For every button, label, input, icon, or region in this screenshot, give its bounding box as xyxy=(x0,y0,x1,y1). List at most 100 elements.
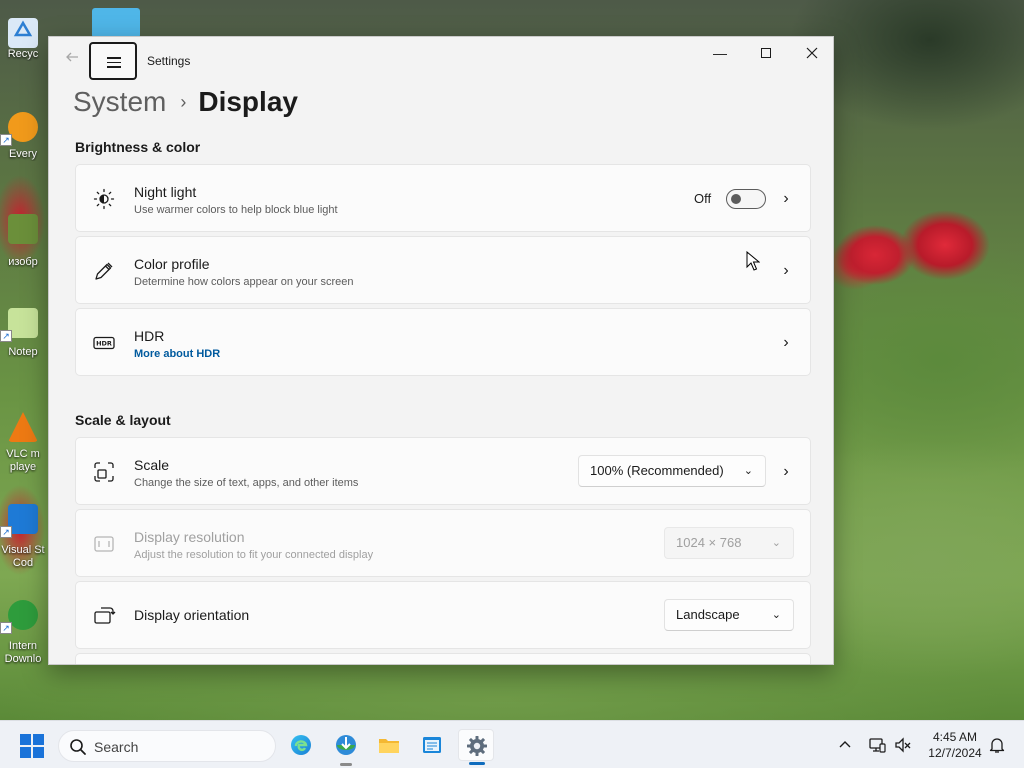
mouse-cursor-icon xyxy=(746,251,760,271)
desktop-icon-label: Every xyxy=(8,148,38,160)
maximize-button[interactable] xyxy=(743,37,789,69)
setting-next-item[interactable] xyxy=(75,653,811,664)
chevron-right-icon[interactable]: › xyxy=(778,261,794,281)
internet-download-manager-icon: ↗ xyxy=(0,600,38,634)
more-about-hdr-link[interactable]: More about HDR xyxy=(134,348,220,360)
setting-title: Night light xyxy=(134,184,197,200)
pen-icon xyxy=(92,259,116,283)
setting-description: Adjust the resolution to fit your connec… xyxy=(134,549,374,561)
toggle-knob xyxy=(731,194,741,204)
minimize-icon: — xyxy=(713,45,727,61)
app-title: Settings xyxy=(147,54,191,68)
setting-scale[interactable]: Scale Change the size of text, apps, and… xyxy=(75,437,811,505)
vscode-icon: ↗ xyxy=(0,504,38,538)
orientation-dropdown-value: Landscape xyxy=(676,607,740,622)
page-title: Display xyxy=(198,86,298,117)
orientation-icon xyxy=(92,604,116,628)
breadcrumb: System › Display xyxy=(73,85,298,119)
svg-text:HDR: HDR xyxy=(96,339,112,347)
chevron-right-icon[interactable]: › xyxy=(778,333,794,353)
desktop-icon-vlc[interactable]: VLC m playe xyxy=(0,412,46,474)
desktop-icon-vscode[interactable]: ↗ Visual St Cod xyxy=(0,504,46,570)
taskbar: Search 4:45 AM 12/7/2024 xyxy=(0,720,1024,768)
internet-download-manager-icon xyxy=(336,735,356,755)
section-title-brightness-color: Brightness & color xyxy=(75,139,201,155)
setting-night-light[interactable]: Night light Use warmer colors to help bl… xyxy=(75,164,811,232)
file-explorer-icon xyxy=(379,739,399,753)
chevron-down-icon: ⌄ xyxy=(771,609,781,621)
network-icon[interactable] xyxy=(868,736,886,754)
running-indicator xyxy=(340,763,352,766)
taskbar-app-edge[interactable] xyxy=(283,729,319,761)
taskbar-app-file-explorer[interactable] xyxy=(371,729,407,761)
arrow-left-icon xyxy=(66,52,78,62)
taskbar-search-box[interactable]: Search xyxy=(58,730,276,762)
chevron-up-icon[interactable] xyxy=(836,736,854,754)
minimize-button[interactable]: — xyxy=(697,37,743,69)
taskbar-app-settings[interactable] xyxy=(458,729,494,765)
setting-description: Determine how colors appear on your scre… xyxy=(134,276,354,288)
folder-icon[interactable] xyxy=(92,8,140,38)
taskbar-app-internet-download-manager[interactable] xyxy=(328,729,364,766)
setting-color-profile[interactable]: Color profile Determine how colors appea… xyxy=(75,236,811,304)
setting-title: HDR xyxy=(134,328,165,344)
desktop-icon-everything[interactable]: ↗ Every xyxy=(0,112,46,161)
setting-display-resolution: Display resolution Adjust the resolution… xyxy=(75,509,811,577)
recycle-bin-icon xyxy=(8,18,38,48)
scale-dropdown-value: 100% (Recommended) xyxy=(590,463,724,478)
back-button[interactable] xyxy=(61,49,83,71)
search-placeholder: Search xyxy=(94,739,139,755)
resolution-dropdown: 1024 × 768 ⌄ xyxy=(664,527,794,559)
notification-bell-icon[interactable] xyxy=(988,736,1006,754)
resolution-dropdown-value: 1024 × 768 xyxy=(676,535,742,550)
taskbar-clock[interactable]: 4:45 AM 12/7/2024 xyxy=(922,729,988,761)
setting-description: Use warmer colors to help block blue lig… xyxy=(134,204,338,216)
desktop-icon-notepad-plus-plus[interactable]: ↗ Notep xyxy=(0,308,46,359)
edge-icon xyxy=(291,735,311,755)
desktop-icon-label: Recyc xyxy=(7,48,39,60)
chevron-right-icon: › xyxy=(180,91,187,112)
orientation-dropdown[interactable]: Landscape ⌄ xyxy=(664,599,794,631)
toggle-state-label: Off xyxy=(694,191,712,206)
maximize-icon xyxy=(761,47,771,58)
settings-window: Settings — System › Display Brightness &… xyxy=(48,36,834,665)
volume-muted-icon[interactable] xyxy=(894,736,912,754)
chevron-down-icon: ⌄ xyxy=(771,537,781,549)
setting-display-orientation[interactable]: Display orientation Landscape ⌄ xyxy=(75,581,811,649)
chevron-right-icon[interactable]: › xyxy=(778,462,794,482)
navigation-menu-button[interactable] xyxy=(89,42,137,80)
settings-icon xyxy=(467,736,487,756)
setting-title: Display orientation xyxy=(134,607,250,623)
vlc-cone-icon xyxy=(8,412,38,442)
desktop-icon-recycle-bin[interactable]: Recyc xyxy=(0,18,46,61)
notepad-icon xyxy=(423,737,441,753)
notepad-plus-plus-icon: ↗ xyxy=(0,308,38,342)
desktop-icon-internet-download-manager[interactable]: ↗ Intern Downlo xyxy=(0,600,46,666)
breadcrumb-system[interactable]: System xyxy=(73,86,166,118)
brightness-icon xyxy=(92,187,116,211)
setting-description: Change the size of text, apps, and other… xyxy=(134,477,359,489)
search-icon xyxy=(70,739,86,755)
close-button[interactable] xyxy=(789,37,833,69)
desktop-icon-images[interactable]: изобр xyxy=(0,214,46,269)
chevron-down-icon: ⌄ xyxy=(743,465,753,477)
scale-dropdown[interactable]: 100% (Recommended) ⌄ xyxy=(578,455,766,487)
desktop-icon-label: Visual St Cod xyxy=(1,544,45,569)
hdr-icon: HDR xyxy=(92,331,116,355)
chevron-right-icon[interactable]: › xyxy=(778,189,794,209)
title-bar: Settings — xyxy=(49,37,833,83)
clock-date: 12/7/2024 xyxy=(928,746,982,760)
setting-title: Color profile xyxy=(134,256,210,272)
section-title-scale-layout: Scale & layout xyxy=(75,412,171,428)
night-light-toggle[interactable] xyxy=(726,189,766,209)
clock-time: 4:45 AM xyxy=(932,730,978,744)
setting-title: Scale xyxy=(134,457,170,473)
start-button[interactable] xyxy=(20,734,44,758)
taskbar-app-notepad[interactable] xyxy=(414,729,450,761)
image-file-icon xyxy=(8,214,38,244)
desktop-icon-label: Notep xyxy=(8,346,38,358)
close-icon xyxy=(806,47,818,59)
active-indicator xyxy=(469,762,485,765)
setting-hdr[interactable]: HDR HDR More about HDR › xyxy=(75,308,811,376)
setting-title: Display resolution xyxy=(134,529,245,545)
